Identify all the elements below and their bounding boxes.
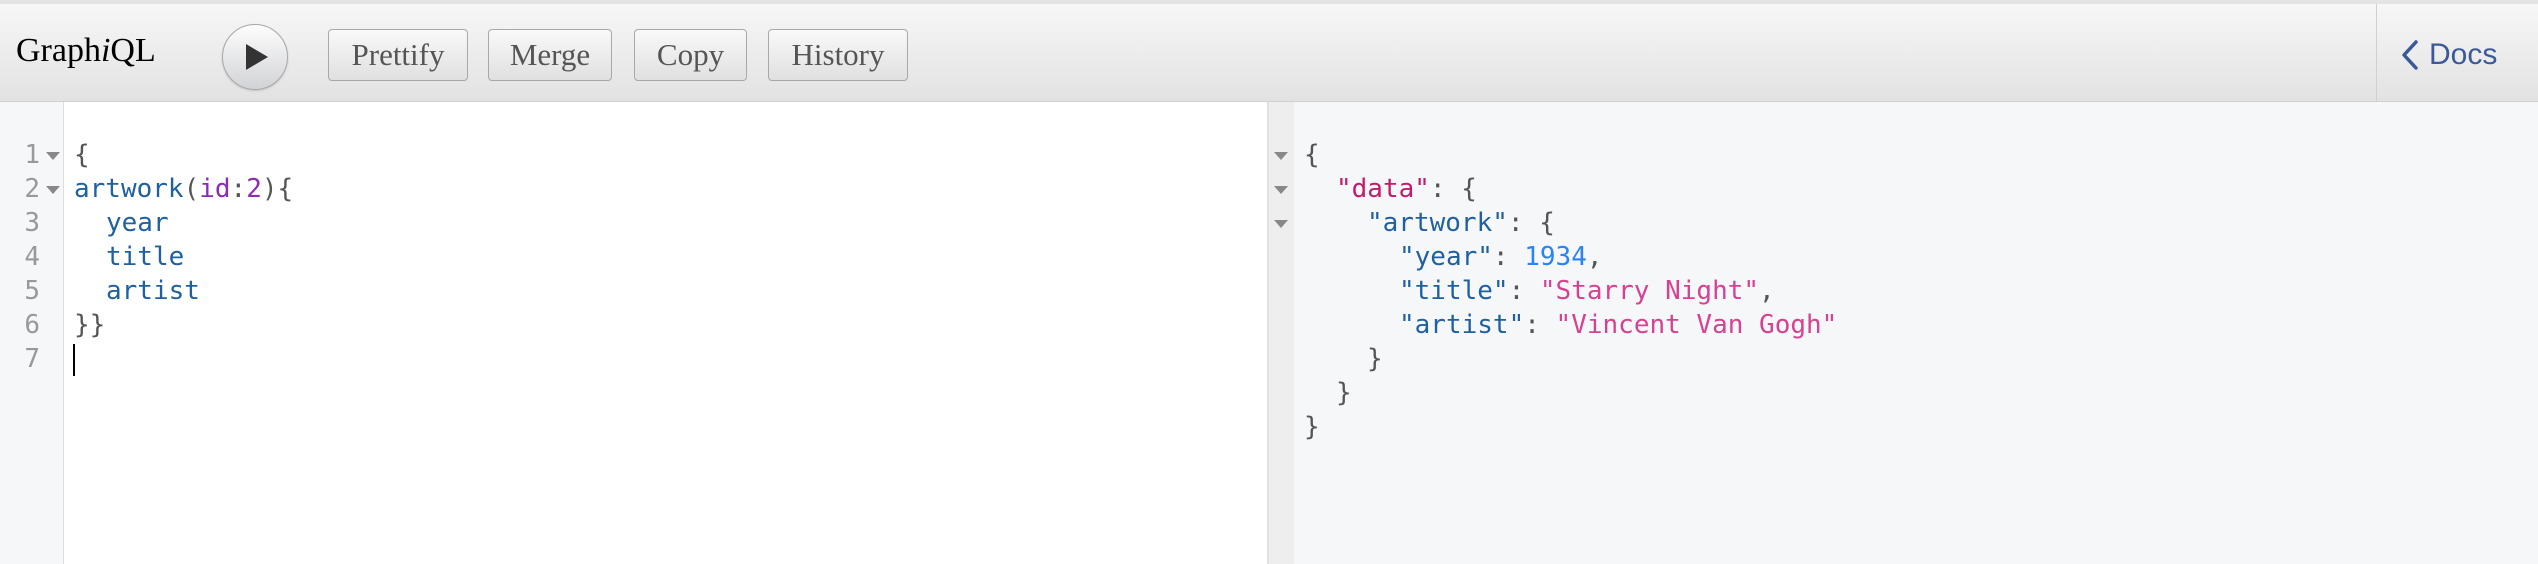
- result-viewer: { "data": { "artwork": { "year": 1934, "…: [1294, 102, 2538, 564]
- merge-button[interactable]: Merge: [488, 29, 612, 81]
- copy-button[interactable]: Copy: [634, 29, 747, 81]
- result-line: "title": "Starry Night",: [1399, 276, 1775, 306]
- prettify-button[interactable]: Prettify: [328, 29, 468, 81]
- query-line: year: [106, 208, 169, 238]
- text-cursor: [73, 344, 75, 376]
- result-line: }: [1367, 344, 1383, 374]
- line-number: 1: [24, 140, 40, 170]
- fold-arrow-icon[interactable]: [1274, 152, 1288, 160]
- query-line: }}: [74, 310, 106, 340]
- graphiql-app: GraphiQL Prettify Merge Copy History Doc…: [0, 0, 2538, 564]
- fold-arrow-icon[interactable]: [46, 186, 60, 194]
- result-line: "year": 1934,: [1399, 242, 1603, 272]
- line-number: 3: [24, 208, 40, 238]
- query-line: {: [74, 140, 90, 170]
- docs-area: Docs: [2376, 4, 2538, 102]
- query-line: title: [106, 242, 185, 272]
- result-line: "artwork": {: [1367, 208, 1555, 238]
- execute-query-button[interactable]: [222, 24, 288, 90]
- chevron-left-icon: [2402, 40, 2418, 70]
- graphiql-logo: GraphiQL: [16, 32, 156, 69]
- fold-arrow-icon[interactable]: [1274, 186, 1288, 194]
- line-number: 6: [24, 310, 40, 340]
- result-line: }: [1336, 378, 1352, 408]
- docs-label: Docs: [2429, 38, 2498, 71]
- query-line: artwork(id:2){: [74, 174, 294, 204]
- query-line-gutter: 1 2 3 4 5 6 7: [0, 102, 64, 564]
- play-icon: [246, 44, 268, 70]
- query-editor[interactable]: { artwork(id:2){ year title artist }}: [64, 102, 1267, 564]
- fold-arrow-icon[interactable]: [1274, 220, 1288, 228]
- line-number: 2: [24, 174, 40, 204]
- line-number: 4: [24, 242, 40, 272]
- toolbar: GraphiQL Prettify Merge Copy History Doc…: [0, 0, 2538, 102]
- docs-button[interactable]: Docs: [2401, 38, 2497, 72]
- result-line: }: [1304, 412, 1320, 442]
- line-number: 5: [24, 276, 40, 306]
- result-line: "data": {: [1336, 174, 1477, 204]
- line-number: 7: [24, 344, 40, 374]
- fold-arrow-icon[interactable]: [46, 152, 60, 160]
- result-line: {: [1304, 140, 1320, 170]
- result-fold-gutter: [1269, 102, 1294, 564]
- result-line: "artist": "Vincent Van Gogh": [1399, 310, 1838, 340]
- query-line: artist: [106, 276, 200, 306]
- history-button[interactable]: History: [768, 29, 908, 81]
